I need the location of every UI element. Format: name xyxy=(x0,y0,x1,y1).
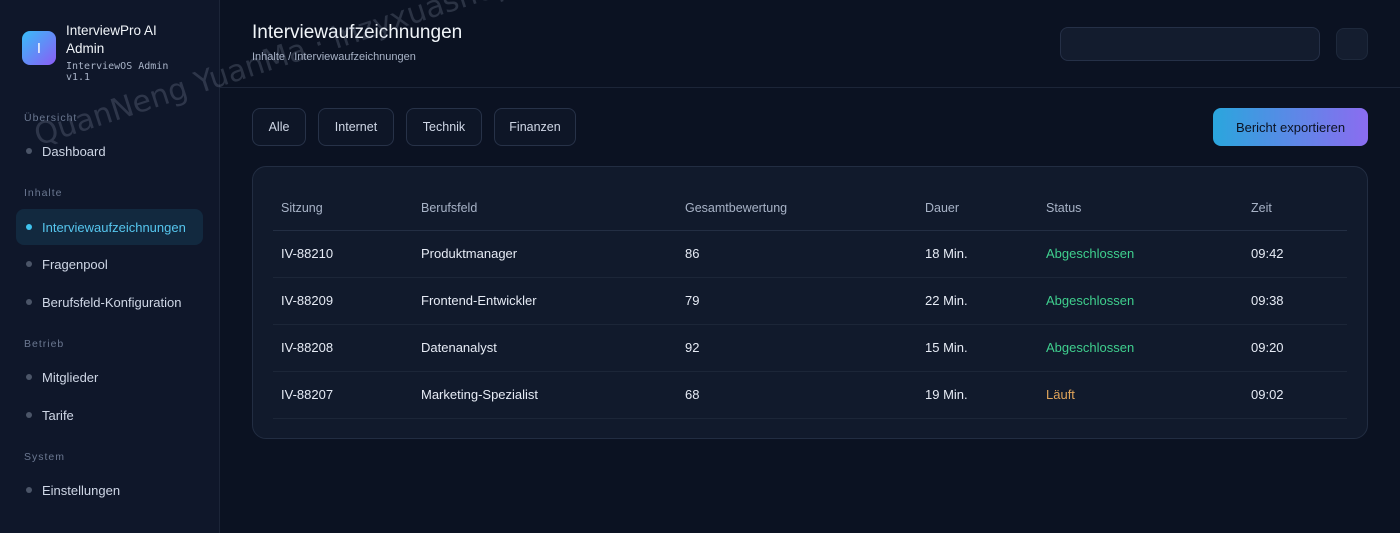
filter-technik-button[interactable]: Technik xyxy=(406,108,482,146)
cell-time: 09:02 xyxy=(1243,371,1347,419)
brand-version: InterviewOS Admin v1.1 xyxy=(66,61,169,83)
table-header-row: Sitzung Berufsfeld Gesamtbewertung Dauer… xyxy=(273,187,1347,231)
sidebar-item-label: Tarife xyxy=(42,407,74,423)
bullet-icon xyxy=(26,487,32,493)
cell-session: IV-88208 xyxy=(273,324,413,372)
cell-field: Frontend-Entwickler xyxy=(413,277,677,325)
nav-section-system: System xyxy=(24,451,66,463)
sidebar-item-job-field-config[interactable]: Berufsfeld-Konfiguration xyxy=(16,284,203,320)
cell-duration: 15 Min. xyxy=(917,324,1038,372)
cell-status-badge: Abgeschlossen xyxy=(1038,230,1243,278)
cell-field: Produktmanager xyxy=(413,230,677,278)
column-header-score[interactable]: Gesamtbewertung xyxy=(677,187,917,231)
cell-status-badge: Abgeschlossen xyxy=(1038,277,1243,325)
cell-duration: 19 Min. xyxy=(917,371,1038,419)
main-content: Interviewaufzeichnungen Inhalte / Interv… xyxy=(220,0,1400,533)
filter-finanzen-button[interactable]: Finanzen xyxy=(494,108,576,146)
brand-name: InterviewPro AI Admin xyxy=(66,23,157,56)
sidebar-item-dashboard[interactable]: Dashboard xyxy=(16,133,203,169)
sidebar-item-label: Mitglieder xyxy=(42,369,99,385)
table-row[interactable]: IV-88209 Frontend-Entwickler 79 22 Min. … xyxy=(273,277,1347,325)
cell-field: Datenanalyst xyxy=(413,324,677,372)
search-input[interactable] xyxy=(1060,27,1320,61)
cell-score: 79 xyxy=(677,277,917,325)
cell-time: 09:38 xyxy=(1243,277,1347,325)
topbar: Interviewaufzeichnungen Inhalte / Interv… xyxy=(220,0,1400,88)
records-table: Sitzung Berufsfeld Gesamtbewertung Dauer… xyxy=(273,187,1347,419)
nav-section-operations: Betrieb xyxy=(24,338,65,350)
cell-score: 86 xyxy=(677,230,917,278)
bullet-icon xyxy=(26,412,32,418)
table-row[interactable]: IV-88210 Produktmanager 86 18 Min. Abges… xyxy=(273,230,1347,278)
brand-text: InterviewPro AI Admin InterviewOS Admin … xyxy=(66,22,196,83)
sidebar-item-question-pool[interactable]: Fragenpool xyxy=(16,246,203,282)
column-header-status[interactable]: Status xyxy=(1038,187,1243,231)
nav-section-overview: Übersicht xyxy=(24,112,78,124)
cell-session: IV-88209 xyxy=(273,277,413,325)
records-table-card: Sitzung Berufsfeld Gesamtbewertung Dauer… xyxy=(252,166,1368,439)
cell-status-badge: Läuft xyxy=(1038,371,1243,419)
cell-score: 92 xyxy=(677,324,917,372)
cell-duration: 22 Min. xyxy=(917,277,1038,325)
bullet-icon xyxy=(26,261,32,267)
cell-duration: 18 Min. xyxy=(917,230,1038,278)
bullet-icon xyxy=(26,148,32,154)
table-row[interactable]: IV-88208 Datenanalyst 92 15 Min. Abgesch… xyxy=(273,324,1347,372)
column-header-session[interactable]: Sitzung xyxy=(273,187,413,231)
app-root: I InterviewPro AI Admin InterviewOS Admi… xyxy=(0,0,1400,533)
breadcrumb: Inhalte / Interviewaufzeichnungen xyxy=(252,51,416,63)
column-header-time[interactable]: Zeit xyxy=(1243,187,1347,231)
sidebar-item-label: Interviewaufzeichnungen xyxy=(42,219,186,235)
cell-score: 68 xyxy=(677,371,917,419)
column-header-field[interactable]: Berufsfeld xyxy=(413,187,677,231)
cell-time: 09:42 xyxy=(1243,230,1347,278)
column-header-duration[interactable]: Dauer xyxy=(917,187,1038,231)
bullet-icon xyxy=(26,224,32,230)
page-title: Interviewaufzeichnungen xyxy=(252,22,463,43)
sidebar: I InterviewPro AI Admin InterviewOS Admi… xyxy=(0,0,220,533)
sidebar-item-label: Berufsfeld-Konfiguration xyxy=(42,294,182,310)
bullet-icon xyxy=(26,374,32,380)
filter-all-button[interactable]: Alle xyxy=(252,108,306,146)
export-report-button[interactable]: Bericht exportieren xyxy=(1213,108,1368,146)
sidebar-item-interview-records[interactable]: Interviewaufzeichnungen xyxy=(16,209,203,245)
cell-status-badge: Abgeschlossen xyxy=(1038,324,1243,372)
table-row[interactable]: IV-88207 Marketing-Spezialist 68 19 Min.… xyxy=(273,371,1347,419)
brand-logo-icon: I xyxy=(22,31,56,65)
sidebar-item-label: Fragenpool xyxy=(42,256,108,272)
sidebar-item-label: Dashboard xyxy=(42,143,106,159)
cell-field: Marketing-Spezialist xyxy=(413,371,677,419)
filter-internet-button[interactable]: Internet xyxy=(318,108,394,146)
sidebar-item-settings[interactable]: Einstellungen xyxy=(16,472,203,508)
cell-time: 09:20 xyxy=(1243,324,1347,372)
cell-session: IV-88210 xyxy=(273,230,413,278)
user-menu-button[interactable] xyxy=(1336,28,1368,60)
brand[interactable]: I InterviewPro AI Admin InterviewOS Admi… xyxy=(22,22,196,83)
cell-session: IV-88207 xyxy=(273,371,413,419)
bullet-icon xyxy=(26,299,32,305)
sidebar-item-plans[interactable]: Tarife xyxy=(16,397,203,433)
nav-section-content: Inhalte xyxy=(24,187,63,199)
sidebar-item-label: Einstellungen xyxy=(42,482,121,498)
sidebar-item-members[interactable]: Mitglieder xyxy=(16,359,203,395)
